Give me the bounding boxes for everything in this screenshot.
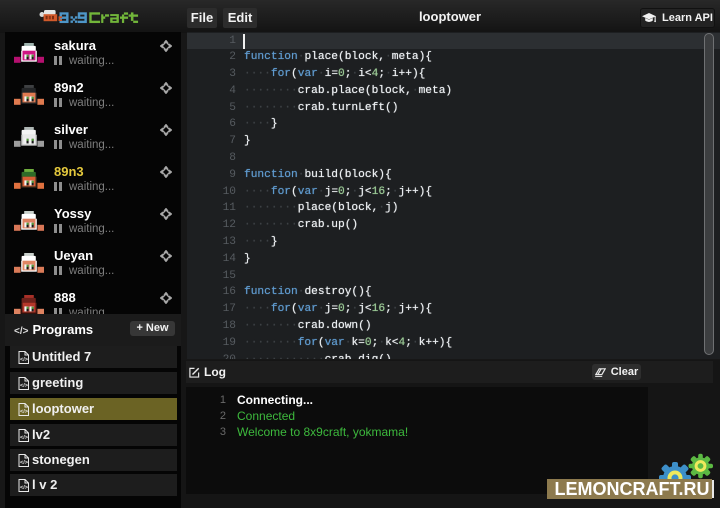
svg-text:</>: </> xyxy=(20,409,28,415)
svg-text:</>: </> xyxy=(20,460,28,466)
svg-text:</>: </> xyxy=(20,357,28,363)
svg-text:</>: </> xyxy=(20,383,28,389)
svg-text:</>: </> xyxy=(20,485,28,491)
svg-text:</>: </> xyxy=(20,435,28,441)
